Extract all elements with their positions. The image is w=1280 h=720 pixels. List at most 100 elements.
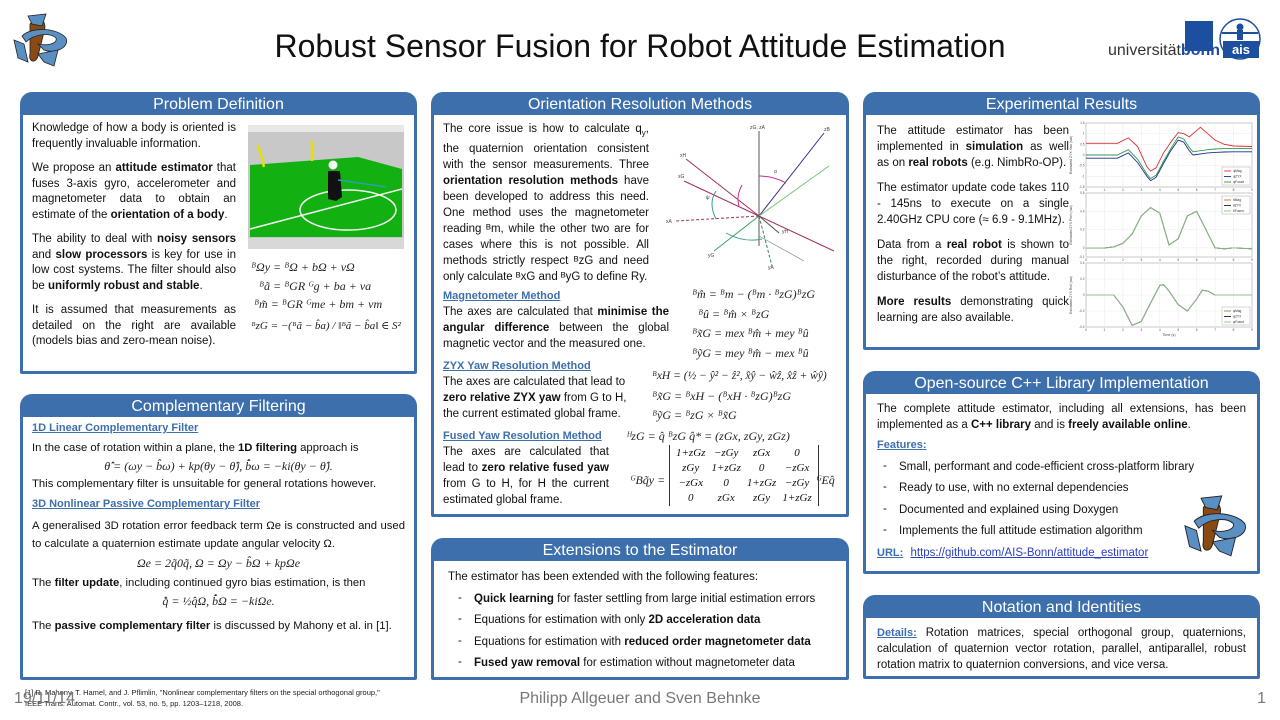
panel-title: Experimental Results <box>985 96 1138 113</box>
panel-title: Open-source C++ Library Implementation <box>914 375 1209 392</box>
y-tick-label: 0 <box>1083 246 1085 250</box>
text-paragraph: The axes are calculated that lead to zer… <box>443 376 627 420</box>
ais-label: ais <box>1223 41 1259 58</box>
y-tick-label: -0.2 <box>1079 309 1085 313</box>
panel-title: Orientation Resolution Methods <box>527 96 753 113</box>
text-paragraph: The complete attitude estimator, includi… <box>877 403 1246 431</box>
angle-label: α <box>774 169 777 175</box>
legend-label: θZYX <box>1233 204 1242 208</box>
x-axis-label: Time (s) <box>1162 333 1175 337</box>
x-tick-label: 9 <box>1251 188 1253 192</box>
matrix-cell: 1+zGz <box>711 462 741 474</box>
panel-title: Problem Definition <box>153 96 284 113</box>
y-tick-label: 0.2 <box>1080 228 1085 232</box>
text-paragraph: The passive complementary filter is disc… <box>32 620 392 632</box>
x-tick-label: 8 <box>1233 258 1235 262</box>
text-paragraph: More results demonstrating quick learnin… <box>877 296 1069 324</box>
x-tick-label: 2 <box>1122 188 1124 192</box>
equation: ᴮã = ᴮGR ᴳg + ba + va <box>259 278 372 293</box>
subheading: 3D Nonlinear Passive Complementary Filte… <box>32 498 261 510</box>
equation: θ̂̇ = (ωy − b̂ω) + kp(θy − θ̂), b̂̇ω = −… <box>104 459 333 473</box>
equation: ᴮx̃G = mex ᴮm̂ + mey ᴮû <box>692 326 809 340</box>
matrix-row: 1+zGz −zGy zGx 0 <box>676 446 812 460</box>
matrix-cell: zGy <box>682 462 700 474</box>
text-paragraph: It is assumed that measurements as detai… <box>32 304 236 347</box>
text-paragraph: The axes are calculated that lead to zer… <box>443 446 609 506</box>
equation: ᴮỹG = ᴮzG × ᴮx̃G <box>652 408 737 422</box>
matrix-cell: −zGy <box>713 447 739 459</box>
text-paragraph: We propose an attitude estimator that fu… <box>32 162 236 221</box>
axis-label: xG <box>678 174 685 180</box>
feature-item: Small, performant and code-efficient cro… <box>873 459 1246 476</box>
legend-label: θFused <box>1233 209 1244 213</box>
panel-title: Complementary Filtering <box>131 398 306 415</box>
x-tick-label: 8 <box>1233 328 1235 332</box>
y-tick-label: 1 <box>1083 132 1085 136</box>
axis-label: xA <box>666 219 673 225</box>
panel-library: Open-source C++ Library Implementation T… <box>863 371 1260 574</box>
x-tick-label: 4 <box>1159 328 1161 332</box>
x-tick-label: 2 <box>1122 258 1124 262</box>
attitude-estimator-logo-icon <box>13 13 68 67</box>
matrix-cell: −zGx <box>784 462 810 474</box>
legend-label: ψFused <box>1233 180 1244 184</box>
extension-item: Equations for estimation with reduced or… <box>448 634 832 651</box>
text-paragraph: Data from a real robot is shown to the r… <box>877 239 1069 283</box>
y-tick-label: 0 <box>1083 293 1085 297</box>
y-axis-label: Estimated ZYX Yaw (rad) <box>1069 136 1073 174</box>
text-paragraph: This complementary filter is unsuitable … <box>32 478 377 490</box>
x-tick-label: 1 <box>1104 188 1106 192</box>
frame-axes-diagram: zG, zA zB xH xG xA yH yG yA α ψ <box>666 125 835 271</box>
panel-title: Extensions to the Estimator <box>542 542 738 559</box>
equation: ᴮm̂ = ᴮm − (ᴮm · ᴮzG)ᴮzG <box>692 287 816 301</box>
angle-label: ψ <box>706 195 710 201</box>
x-tick-label: 4 <box>1159 188 1161 192</box>
equation: ᴮû = ᴮm̂ × ᴮzG <box>698 306 770 321</box>
y-tick-label: -0.5 <box>1079 164 1085 168</box>
x-tick-label: 1 <box>1104 258 1106 262</box>
equation: ᴴzG = q̂ ᴮzG q̂* = (zGx, zGy, zGz) <box>627 429 790 443</box>
y-tick-label: 1.5 <box>1080 121 1085 125</box>
axis-label: zB <box>824 127 831 133</box>
extension-item: Equations for estimation with only 2D ac… <box>448 612 832 629</box>
x-tick-label: 3 <box>1140 258 1142 262</box>
x-tick-label: 6 <box>1196 188 1198 192</box>
text-paragraph: In the case of rotation within a plane, … <box>32 442 359 454</box>
legend-label: ψMag <box>1233 169 1242 173</box>
y-tick-label: -1.5 <box>1079 185 1085 189</box>
x-tick-label: 6 <box>1196 258 1198 262</box>
matrix-row: zGy 1+zGz 0 −zGx <box>676 461 812 475</box>
matrix-cell: 0 <box>687 492 694 504</box>
matrix-cell: zGy <box>753 492 771 504</box>
y-tick-label: 0.2 <box>1080 277 1085 281</box>
matrix-cell: 0 <box>758 462 765 474</box>
axis-label: zG, zA <box>750 125 766 131</box>
equation: Ωe = 2q̃0q̃, Ω = Ωy − b̂Ω + kpΩe <box>136 556 301 570</box>
y-tick-label: -0.1 <box>1079 255 1085 259</box>
footer-authors: Philipp Allgeuer and Sven Behnke <box>519 690 761 707</box>
text-paragraph: Knowledge of how a body is oriented is f… <box>32 122 236 150</box>
equation: ᴮzG = −(ᴮã − b̂a) / ‖ᴮã − b̂a‖ ∈ S² <box>251 319 401 332</box>
equation-lhs: ᴳBq̃y = <box>630 473 666 487</box>
legend-label: φMag <box>1233 309 1241 313</box>
matrix-cell: −zGy <box>784 477 810 489</box>
subheading: 1D Linear Complementary Filter <box>32 422 199 434</box>
attitude-estimator-logo-icon <box>1184 495 1246 557</box>
equation-rhs: ᴳEq̂ <box>816 473 835 487</box>
matrix-cell: 0 <box>723 477 729 489</box>
panel-problem-definition: Problem Definition Knowledge of how a bo… <box>20 92 417 374</box>
y-tick-label: 0.5 <box>1080 142 1085 146</box>
x-tick-label: 7 <box>1214 328 1216 332</box>
panel-notation: Notation and Identities Details: Rotatio… <box>863 595 1260 679</box>
matrix-cell: 1+zGz <box>782 492 812 504</box>
matrix-cell: 1+zGz <box>676 447 706 459</box>
extension-item: Fused yaw removal for estimation without… <box>448 655 832 672</box>
axis-label: xH <box>680 153 687 159</box>
equation: ᴮΩy = ᴮΩ + bΩ + vΩ <box>251 260 355 274</box>
chart-1: 0 1 2 3 4 5 6 7 8 9-0.100.20.40.6Estimated ZYX Pi… <box>1069 191 1253 262</box>
x-tick-label: 1 <box>1104 328 1106 332</box>
x-tick-label: 0 <box>1085 258 1087 262</box>
matrix-cell: zGx <box>717 492 735 504</box>
github-url-link[interactable]: https://github.com/AIS-Bonn/attitude_est… <box>910 547 1148 559</box>
y-tick-label: -0.4 <box>1079 325 1085 329</box>
